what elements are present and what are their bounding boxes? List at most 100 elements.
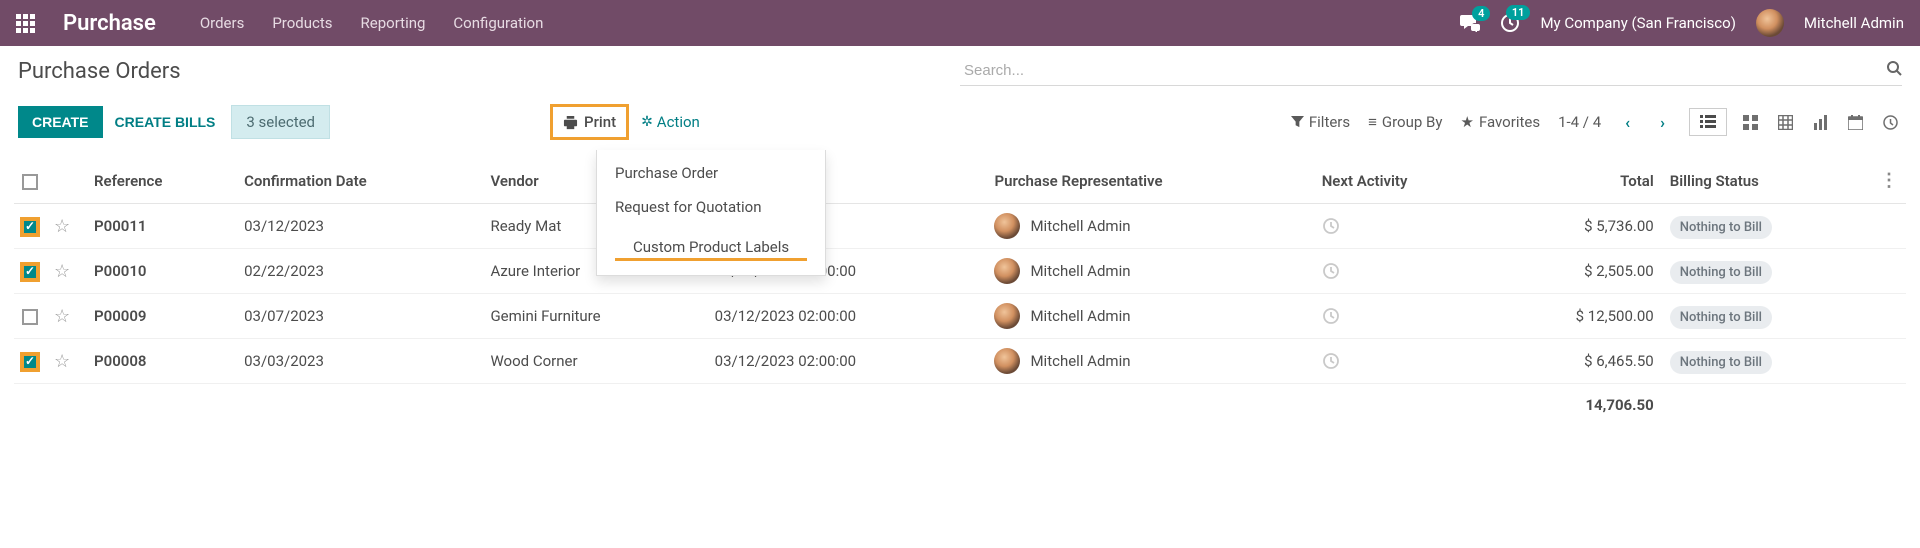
- avatar: [994, 348, 1020, 374]
- nav-orders[interactable]: Orders: [196, 14, 249, 32]
- pager-text: 1-4 / 4: [1558, 113, 1601, 131]
- star-icon: ★: [1460, 113, 1473, 131]
- gear-icon: ✲: [641, 114, 653, 130]
- search-wrap: [960, 56, 1902, 86]
- action-button[interactable]: ✲ Action: [641, 113, 700, 131]
- chat-badge: 4: [1472, 6, 1490, 21]
- view-kanban-icon[interactable]: [1739, 111, 1762, 134]
- print-custom-labels[interactable]: Custom Product Labels: [615, 230, 807, 261]
- print-rfq[interactable]: Request for Quotation: [597, 190, 825, 224]
- cell-reference: P00011: [86, 204, 236, 249]
- table-row[interactable]: ☆ P00009 03/07/2023 Gemini Furniture 03/…: [14, 294, 1906, 339]
- print-dropdown: Purchase Order Request for Quotation Cus…: [596, 150, 826, 276]
- star-icon[interactable]: ☆: [54, 216, 70, 237]
- star-icon[interactable]: ☆: [54, 351, 70, 372]
- rep-name: Mitchell Admin: [1030, 307, 1130, 325]
- col-next[interactable]: Next Activity: [1314, 158, 1495, 204]
- footer-total: 14,706.50: [1495, 384, 1662, 424]
- activity-clock-icon[interactable]: [1322, 352, 1487, 370]
- billing-status-badge: Nothing to Bill: [1670, 216, 1772, 239]
- cell-total: $ 2,505.00: [1495, 249, 1662, 294]
- col-reference[interactable]: Reference: [86, 158, 236, 204]
- nav-products[interactable]: Products: [268, 14, 336, 32]
- activity-badge: 11: [1506, 5, 1531, 20]
- view-graph-icon[interactable]: [1809, 111, 1832, 134]
- apps-icon[interactable]: [16, 14, 35, 33]
- company-switcher[interactable]: My Company (San Francisco): [1540, 14, 1735, 32]
- view-pivot-icon[interactable]: [1774, 111, 1797, 134]
- navbar-left: Purchase Orders Products Reporting Confi…: [16, 11, 547, 36]
- activity-clock-icon[interactable]: [1322, 307, 1487, 325]
- nav-reporting[interactable]: Reporting: [357, 14, 430, 32]
- cell-rep: Mitchell Admin: [994, 303, 1305, 329]
- cell-vendor: Wood Corner: [482, 339, 706, 384]
- filters-button[interactable]: Filters: [1291, 113, 1350, 131]
- view-calendar-icon[interactable]: [1844, 111, 1867, 134]
- col-confirm-date[interactable]: Confirmation Date: [236, 158, 482, 204]
- view-list-icon[interactable]: [1689, 108, 1727, 136]
- cell-total: $ 6,465.50: [1495, 339, 1662, 384]
- cell-confirm-date: 03/03/2023: [236, 339, 482, 384]
- cell-reference: P00010: [86, 249, 236, 294]
- create-bills-button[interactable]: CREATE BILLS: [103, 106, 228, 138]
- cell-confirm-date: 02/22/2023: [236, 249, 482, 294]
- cell-total: $ 12,500.00: [1495, 294, 1662, 339]
- search-icon[interactable]: [1886, 60, 1902, 76]
- chat-button[interactable]: 4: [1460, 14, 1480, 32]
- navbar: Purchase Orders Products Reporting Confi…: [0, 0, 1920, 46]
- cell-rep: Mitchell Admin: [994, 213, 1305, 239]
- navbar-right: 4 11 My Company (San Francisco) Mitchell…: [1460, 9, 1904, 37]
- create-button[interactable]: CREATE: [18, 106, 103, 138]
- purchase-orders-table: Reference Confirmation Date Vendor Purch…: [14, 158, 1906, 423]
- star-icon[interactable]: ☆: [54, 306, 70, 327]
- pager-prev[interactable]: ‹: [1619, 113, 1636, 132]
- control-panel: Purchase Orders CREATE CREATE BILLS 3 se…: [0, 46, 1920, 152]
- selected-count[interactable]: 3 selected: [231, 105, 330, 139]
- pager-next[interactable]: ›: [1654, 113, 1671, 132]
- col-billing[interactable]: Billing Status: [1662, 158, 1872, 204]
- col-rep[interactable]: Purchase Representative: [986, 158, 1313, 204]
- cell-rep: Mitchell Admin: [994, 258, 1305, 284]
- billing-status-badge: Nothing to Bill: [1670, 351, 1772, 374]
- table-row[interactable]: ☆ P00008 03/03/2023 Wood Corner 03/12/20…: [14, 339, 1906, 384]
- row-checkbox[interactable]: [22, 354, 38, 370]
- user-avatar[interactable]: [1756, 9, 1784, 37]
- table-row[interactable]: ☆ P00010 02/22/2023 Azure Interior 03/12…: [14, 249, 1906, 294]
- search-input[interactable]: [960, 56, 1902, 85]
- rep-name: Mitchell Admin: [1030, 352, 1130, 370]
- activity-button[interactable]: 11: [1500, 13, 1520, 33]
- star-icon[interactable]: ☆: [54, 261, 70, 282]
- nav-configuration[interactable]: Configuration: [449, 14, 547, 32]
- list-icon: ≡: [1368, 113, 1377, 131]
- cell-confirm-date: 03/07/2023: [236, 294, 482, 339]
- avatar: [994, 258, 1020, 284]
- cell-order-deadline: 03/12/2023 02:00:00: [707, 294, 987, 339]
- col-total[interactable]: Total: [1495, 158, 1662, 204]
- rep-name: Mitchell Admin: [1030, 262, 1130, 280]
- brand[interactable]: Purchase: [63, 11, 156, 36]
- user-name[interactable]: Mitchell Admin: [1804, 14, 1904, 32]
- print-purchase-order[interactable]: Purchase Order: [597, 156, 825, 190]
- cell-vendor: Gemini Furniture: [482, 294, 706, 339]
- cell-total: $ 5,736.00: [1495, 204, 1662, 249]
- avatar: [994, 303, 1020, 329]
- print-icon: [563, 115, 578, 130]
- column-options-icon[interactable]: ⋮: [1880, 170, 1898, 191]
- row-checkbox[interactable]: [22, 219, 38, 235]
- favorites-button[interactable]: ★ Favorites: [1460, 113, 1540, 131]
- rep-name: Mitchell Admin: [1030, 217, 1130, 235]
- cell-reference: P00009: [86, 294, 236, 339]
- activity-clock-icon[interactable]: [1322, 262, 1487, 280]
- print-label: Print: [584, 113, 616, 131]
- print-button[interactable]: Print: [550, 104, 629, 140]
- select-all-checkbox[interactable]: [22, 174, 38, 190]
- row-checkbox[interactable]: [22, 264, 38, 280]
- row-checkbox[interactable]: [22, 309, 38, 325]
- table-wrap: Reference Confirmation Date Vendor Purch…: [0, 158, 1920, 423]
- activity-clock-icon[interactable]: [1322, 217, 1487, 235]
- cell-confirm-date: 03/12/2023: [236, 204, 482, 249]
- view-activity-icon[interactable]: [1879, 111, 1902, 134]
- table-row[interactable]: ☆ P00011 03/12/2023 Ready Mat Mitchell A…: [14, 204, 1906, 249]
- groupby-button[interactable]: ≡ Group By: [1368, 113, 1442, 131]
- page-title: Purchase Orders: [18, 59, 181, 84]
